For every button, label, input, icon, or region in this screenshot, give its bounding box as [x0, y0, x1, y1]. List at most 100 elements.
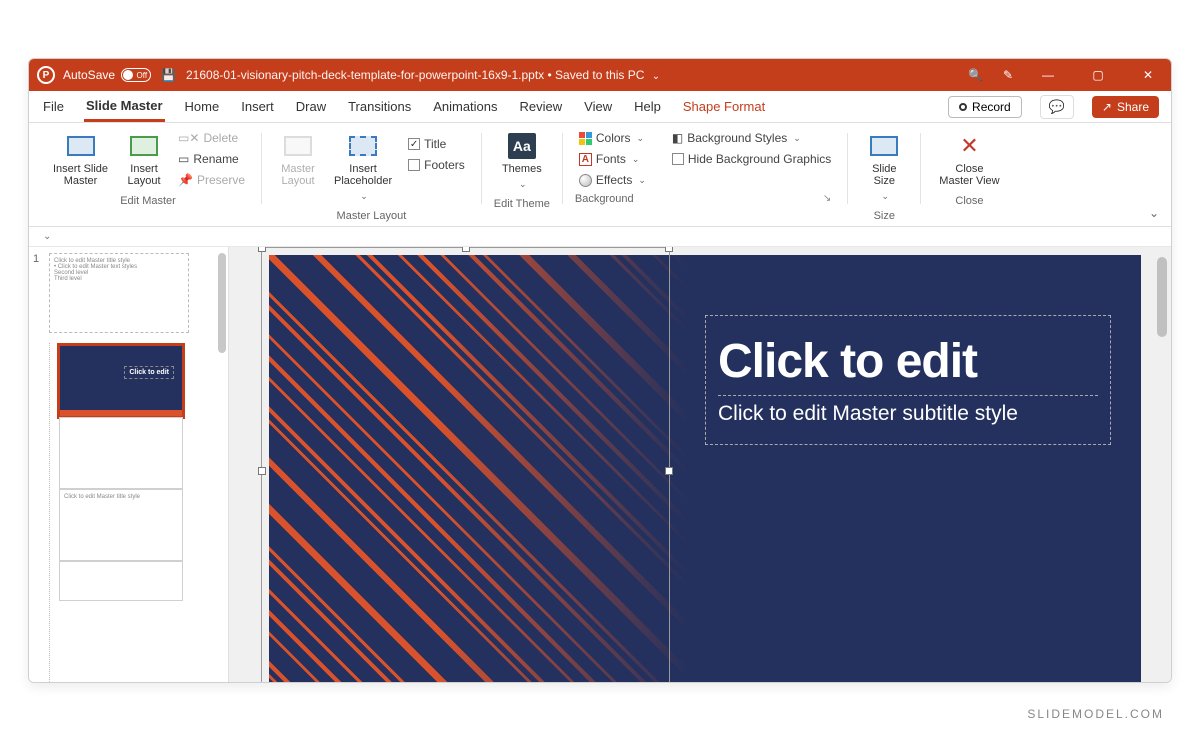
group-label-close: Close — [955, 195, 983, 207]
powerpoint-icon: P — [37, 66, 55, 84]
effects-button[interactable]: Effects⌄ — [575, 171, 650, 189]
close-window-button[interactable]: ✕ — [1133, 68, 1163, 82]
tab-view[interactable]: View — [582, 93, 614, 120]
chevron-down-icon: ⌄ — [519, 179, 527, 190]
save-icon[interactable]: 💾 — [161, 68, 176, 82]
chevron-down-icon: ⌄ — [652, 71, 660, 82]
background-styles-button[interactable]: ◧Background Styles⌄ — [668, 129, 835, 147]
shape-selection[interactable] — [261, 247, 670, 683]
slide-master-icon — [67, 136, 95, 156]
ribbon-tabs: File Slide Master Home Insert Draw Trans… — [29, 91, 1171, 123]
slide-size-button[interactable]: Slide Size⌄ — [860, 129, 908, 206]
thumbnail-panel[interactable]: 1 Click to edit Master title style • Cli… — [29, 247, 229, 683]
thumb-number: 1 — [33, 253, 43, 333]
watermark: SLIDEMODEL.COM — [1027, 707, 1164, 721]
app-window: P AutoSave Off 💾 21608-01-visionary-pitc… — [28, 58, 1172, 683]
close-master-view-button[interactable]: ✕ Close Master View — [933, 129, 1005, 191]
ribbon: Insert Slide Master Insert Layout ▭✕Dele… — [29, 123, 1171, 227]
tab-insert[interactable]: Insert — [239, 93, 276, 120]
toggle-off-icon[interactable]: Off — [121, 68, 151, 82]
tab-file[interactable]: File — [41, 93, 66, 120]
comments-button[interactable]: 💬 — [1040, 95, 1074, 119]
search-icon[interactable]: 🔍 — [968, 68, 983, 82]
subtitle-text[interactable]: Click to edit Master subtitle style — [718, 395, 1098, 426]
hide-background-graphics-checkbox[interactable]: Hide Background Graphics — [668, 150, 835, 168]
checkbox-icon — [408, 159, 420, 171]
themes-button[interactable]: Aa Themes⌄ — [496, 129, 548, 194]
record-dot-icon — [959, 103, 967, 111]
tab-shape-format[interactable]: Shape Format — [681, 93, 767, 120]
tab-transitions[interactable]: Transitions — [346, 93, 413, 120]
share-button[interactable]: ↗Share — [1092, 96, 1159, 118]
footers-checkbox[interactable]: Footers — [404, 156, 469, 174]
checkbox-checked-icon — [408, 138, 420, 150]
colors-button[interactable]: Colors⌄ — [575, 129, 650, 147]
tab-slide-master[interactable]: Slide Master — [84, 92, 165, 122]
collapse-ribbon-button[interactable]: ⌄ — [1149, 206, 1159, 220]
thumbnail-scrollbar[interactable] — [218, 253, 226, 353]
insert-placeholder-button[interactable]: Insert Placeholder⌄ — [328, 129, 398, 206]
record-button[interactable]: Record — [948, 96, 1022, 118]
rename-button[interactable]: ▭Rename — [174, 150, 249, 168]
effects-icon — [579, 174, 592, 187]
colors-icon — [579, 132, 592, 145]
insert-layout-icon — [130, 136, 158, 156]
master-layout-button: Master Layout — [274, 129, 322, 191]
resize-handle[interactable] — [462, 247, 470, 252]
delete-button[interactable]: ▭✕Delete — [174, 129, 249, 147]
chevron-down-icon: ⌄ — [632, 154, 640, 165]
group-label-master-layout: Master Layout — [337, 210, 407, 222]
background-styles-icon: ◧ — [672, 131, 683, 145]
share-icon: ↗ — [1102, 100, 1112, 114]
themes-icon: Aa — [508, 133, 536, 159]
chevron-down-icon: ⌄ — [638, 175, 646, 186]
chevron-down-icon: ⌄ — [637, 133, 645, 144]
resize-handle[interactable] — [258, 247, 266, 252]
group-label-edit-theme: Edit Theme — [494, 198, 550, 210]
autosave-toggle[interactable]: AutoSave Off — [63, 68, 151, 82]
title-checkbox[interactable]: Title — [404, 135, 469, 153]
tab-review[interactable]: Review — [518, 93, 565, 120]
tab-draw[interactable]: Draw — [294, 93, 328, 120]
document-title[interactable]: 21608-01-visionary-pitch-deck-template-f… — [186, 68, 968, 82]
slide-canvas-area[interactable]: Click to edit Click to edit Master subti… — [229, 247, 1171, 683]
background-dialog-launcher[interactable]: ↘ — [823, 193, 835, 206]
group-label-size: Size — [874, 210, 895, 222]
qat-dropdown-icon[interactable]: ⌄ — [43, 231, 51, 242]
tab-animations[interactable]: Animations — [431, 93, 499, 120]
insert-slide-master-button[interactable]: Insert Slide Master — [47, 129, 114, 191]
insert-layout-button[interactable]: Insert Layout — [120, 129, 168, 191]
slide-size-icon — [870, 136, 898, 156]
chevron-down-icon: ⌄ — [360, 191, 368, 202]
title-text[interactable]: Click to edit — [718, 334, 1098, 389]
tab-help[interactable]: Help — [632, 93, 663, 120]
fonts-icon: A — [579, 153, 592, 166]
layout-thumbnail-1[interactable]: Click to edit — [59, 345, 183, 417]
layout-thumbnail-4[interactable] — [59, 561, 183, 601]
resize-handle[interactable] — [258, 467, 266, 475]
close-icon: ✕ — [960, 133, 978, 159]
titlebar: P AutoSave Off 💾 21608-01-visionary-pitc… — [29, 59, 1171, 91]
group-label-background: Background — [575, 193, 634, 206]
tab-home[interactable]: Home — [183, 93, 222, 120]
chevron-down-icon: ⌄ — [793, 133, 801, 144]
autosave-label: AutoSave — [63, 68, 115, 82]
minimize-button[interactable]: — — [1033, 68, 1063, 82]
canvas-scrollbar[interactable] — [1157, 257, 1167, 337]
chevron-down-icon: ⌄ — [882, 191, 890, 202]
workspace: 1 Click to edit Master title style • Cli… — [29, 247, 1171, 683]
layout-thumbnail-2[interactable] — [59, 417, 183, 489]
slide-canvas[interactable]: Click to edit Click to edit Master subti… — [269, 255, 1141, 683]
group-label-edit-master: Edit Master — [120, 195, 176, 207]
maximize-button[interactable]: ▢ — [1083, 68, 1113, 82]
fonts-button[interactable]: AFonts⌄ — [575, 150, 650, 168]
layout-thumbnail-3[interactable]: Click to edit Master title style — [59, 489, 183, 561]
master-thumbnail[interactable]: Click to edit Master title style • Click… — [49, 253, 189, 333]
pen-icon[interactable]: ✎ — [1003, 68, 1013, 82]
placeholder-icon — [349, 136, 377, 156]
resize-handle[interactable] — [665, 247, 673, 252]
resize-handle[interactable] — [665, 467, 673, 475]
master-layout-icon — [284, 136, 312, 156]
title-placeholder[interactable]: Click to edit Click to edit Master subti… — [705, 315, 1111, 445]
preserve-button[interactable]: 📌Preserve — [174, 171, 249, 189]
